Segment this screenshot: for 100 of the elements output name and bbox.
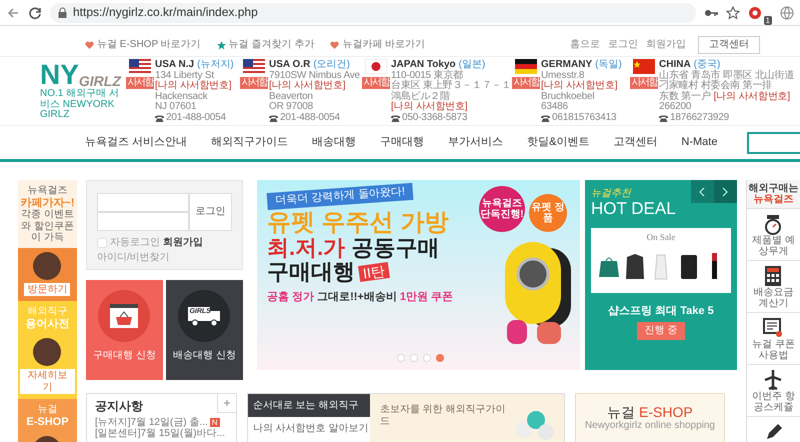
id-input-field[interactable] bbox=[96, 193, 189, 212]
phone-number: 18766273929 bbox=[670, 112, 729, 123]
address-bar[interactable]: https://nygirlz.co.kr/main/index.php bbox=[50, 2, 696, 22]
eshop-subtitle: Newyorkgirlz online shopping bbox=[584, 420, 716, 432]
eshop-title: 뉴걸 E-SHOP bbox=[606, 404, 694, 420]
address-line: 东数 第一户 bbox=[659, 92, 711, 102]
mailbox-number-link[interactable]: [나의 사서함번호] bbox=[391, 102, 510, 112]
top-link[interactable]: 뉴걸 E-SHOP 바로가기 bbox=[85, 39, 201, 51]
character-avatar bbox=[33, 252, 62, 280]
extension-icon[interactable] bbox=[748, 6, 762, 20]
account-link[interactable]: 회원가입 bbox=[162, 237, 203, 248]
support-button[interactable]: 고객센터 bbox=[698, 36, 760, 54]
quick-menu-title: 해외구매는 bbox=[747, 183, 800, 194]
address-line: NJ 07601 bbox=[155, 102, 198, 112]
password-input-field[interactable] bbox=[96, 212, 189, 231]
character-avatar bbox=[33, 338, 62, 366]
address-line: Umesstr.8 bbox=[541, 70, 586, 80]
airplane-icon bbox=[763, 369, 784, 391]
banner-subheadline: 구매대행 bbox=[266, 260, 355, 285]
phone-number: 201-488-0054 bbox=[280, 112, 340, 123]
tile-label: 배송대행 신청 bbox=[173, 350, 236, 362]
lock-icon bbox=[58, 7, 67, 18]
more-button[interactable]: + bbox=[216, 393, 237, 413]
address-line: 台東区 東上野３－１７－１ bbox=[391, 81, 510, 91]
back-arrow-icon[interactable] bbox=[6, 6, 20, 20]
flag-icon bbox=[243, 59, 265, 74]
address-line: 刁家疃村 村委会南 第一排 bbox=[659, 81, 773, 91]
quick-menu-brand: 뉴욕걸즈 bbox=[752, 194, 794, 205]
slide-dot[interactable] bbox=[436, 354, 444, 362]
warehouse-name: USA N.J bbox=[155, 59, 194, 70]
heart-icon bbox=[85, 41, 94, 49]
nav-item[interactable]: 뉴욕걸즈 서비스안내 bbox=[85, 136, 188, 149]
nav-item[interactable]: 핫딜&이벤트 bbox=[527, 136, 590, 149]
address-line: 鴻島ビル２階 bbox=[391, 92, 451, 102]
banner-footer: 공홈 정가 그대로!!+배송비 1만원 쿠폰 bbox=[266, 290, 497, 304]
nav-item[interactable]: 배송대행 bbox=[312, 136, 356, 149]
url-text: https://nygirlz.co.kr/main/index.php bbox=[73, 6, 258, 20]
guide-tab[interactable]: 순서대로 보는 해외직구 bbox=[248, 394, 370, 417]
star-icon[interactable] bbox=[726, 6, 740, 20]
next-button[interactable] bbox=[714, 180, 737, 203]
nav-item[interactable]: 고객센터 bbox=[613, 136, 658, 149]
warehouse-region: (오리건) bbox=[313, 59, 350, 70]
nav-item[interactable]: 구매대행 bbox=[380, 136, 424, 149]
banner-title: 해외직구 bbox=[26, 306, 68, 318]
side-banner[interactable]: 뉴욕걸즈 카페가자~! 각종 이벤트와 할인쿠폰이 가득 방문하기 bbox=[18, 180, 77, 302]
guide-banner[interactable]: 초보자를 위한 해외직구가이드 bbox=[370, 394, 564, 442]
deal-caption: 샵스프링 최대 Take 5 bbox=[607, 304, 715, 318]
previous-button[interactable] bbox=[690, 180, 714, 203]
top-link[interactable]: 뉴걸 즐겨찾기 추가 bbox=[216, 39, 314, 51]
service-tile[interactable]: 구매대행 신청 bbox=[86, 280, 163, 380]
banner-title: 뉴욕걸즈 bbox=[26, 185, 68, 196]
warehouse-name: CHINA bbox=[659, 59, 691, 70]
address-line: 7910SW Nimbus Ave bbox=[269, 70, 360, 80]
warehouse-region: (독일) bbox=[595, 59, 622, 70]
mailbox-number-link[interactable]: [나의 사서함번호] bbox=[155, 81, 238, 92]
notice-link[interactable]: [일본센터]7월 15일(월)바다... bbox=[94, 428, 225, 440]
heart-icon bbox=[330, 41, 340, 49]
nav-item[interactable]: 부가서비스 bbox=[448, 136, 504, 149]
login-button[interactable]: 로그인 bbox=[188, 193, 232, 231]
banner-button[interactable]: 방문하기 bbox=[24, 282, 70, 296]
mailbox-badge: 사서함 bbox=[512, 77, 540, 89]
mailbox-badge: 사서함 bbox=[630, 77, 658, 89]
account-link[interactable]: 홈으로 bbox=[570, 39, 600, 51]
top-link[interactable]: 뉴걸카페 바로가기 bbox=[330, 39, 426, 51]
key-icon[interactable] bbox=[704, 8, 718, 18]
banner-highlight: E-SHOP bbox=[25, 416, 70, 428]
warehouse-name: USA O.R bbox=[269, 59, 310, 70]
account-link[interactable]: 로그인 bbox=[608, 39, 638, 51]
logo-name: GIRLZ bbox=[78, 72, 121, 89]
truck-icon bbox=[178, 290, 230, 342]
scale-icon bbox=[763, 213, 784, 235]
logo-mark: NY bbox=[40, 61, 79, 89]
banner-highlight: 용어사전 bbox=[24, 318, 70, 330]
mailbox-number-link[interactable]: [나의 사서함번호] bbox=[541, 81, 628, 92]
banner-headline: 최.저.가 공동구매 bbox=[266, 236, 440, 260]
nav-item[interactable]: N-Mate bbox=[681, 136, 718, 149]
tile-label: 구매대행 신청 bbox=[93, 350, 156, 362]
phone-icon bbox=[541, 114, 550, 122]
eshop-banner[interactable]: 뉴걸 E-SHOP Newyorkgirlz online shopping bbox=[574, 393, 725, 442]
reload-icon[interactable] bbox=[28, 6, 42, 20]
address-line: 63486 bbox=[541, 102, 569, 112]
nav-item[interactable]: 해외직구가이드 bbox=[211, 136, 288, 149]
promo-sticker: 뉴욕걸즈 단독진행! bbox=[478, 186, 525, 232]
auto-login-checkbox[interactable] bbox=[96, 238, 107, 248]
warehouse-name: GERMANY bbox=[541, 59, 592, 70]
phone-icon bbox=[269, 114, 278, 122]
sale-panel[interactable]: On Sale bbox=[590, 228, 731, 293]
address-line: 山东省 青岛市 即墨区 北山街道 bbox=[659, 70, 796, 80]
account-link[interactable]: 회원가입 bbox=[646, 39, 686, 51]
banner-button[interactable]: 자세히보기 bbox=[20, 369, 75, 394]
mailbox-number-link[interactable]: [나의 사서함번호] bbox=[714, 92, 790, 102]
notice-link[interactable]: [뉴저지]7월 12일(금) 출... bbox=[94, 416, 208, 428]
calculator-icon bbox=[763, 265, 784, 287]
phone-number: 050-3368-5873 bbox=[402, 112, 468, 123]
mailbox-number-link[interactable]: [나의 사서함번호] bbox=[269, 81, 360, 92]
chevron-left-icon bbox=[699, 186, 706, 196]
side-banner[interactable]: 해외직구 용어사전 자세히보기 bbox=[18, 301, 77, 400]
chevron-right-icon bbox=[722, 186, 728, 196]
auto-login-label: 자동로그인 bbox=[110, 237, 160, 248]
in-progress-button[interactable]: 진행 중 bbox=[636, 322, 686, 340]
